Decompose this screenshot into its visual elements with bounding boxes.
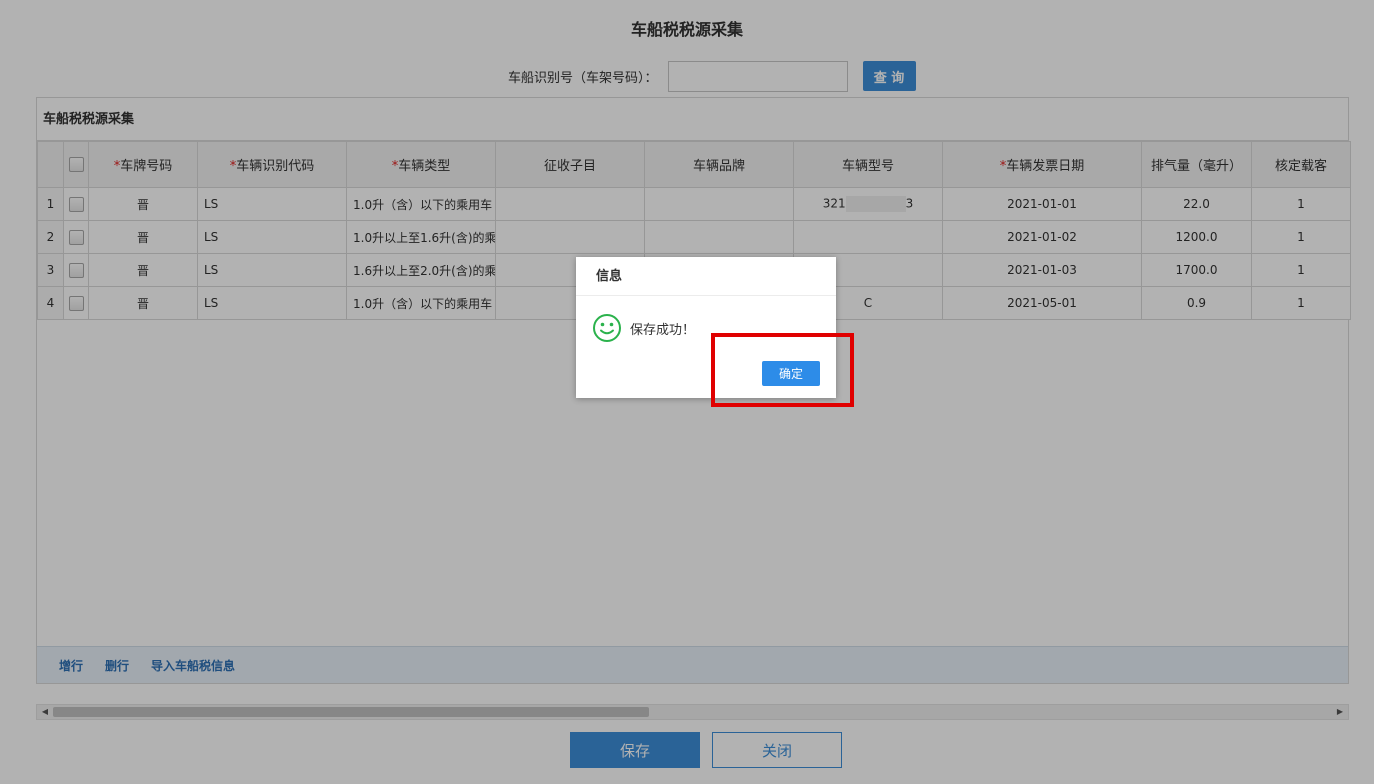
annotation-highlight-box bbox=[711, 333, 854, 407]
dialog-body: 保存成功！ bbox=[592, 313, 695, 343]
smile-icon bbox=[593, 314, 621, 342]
dialog-message: 保存成功！ bbox=[630, 322, 696, 338]
dialog-title: 信息 bbox=[576, 257, 836, 296]
